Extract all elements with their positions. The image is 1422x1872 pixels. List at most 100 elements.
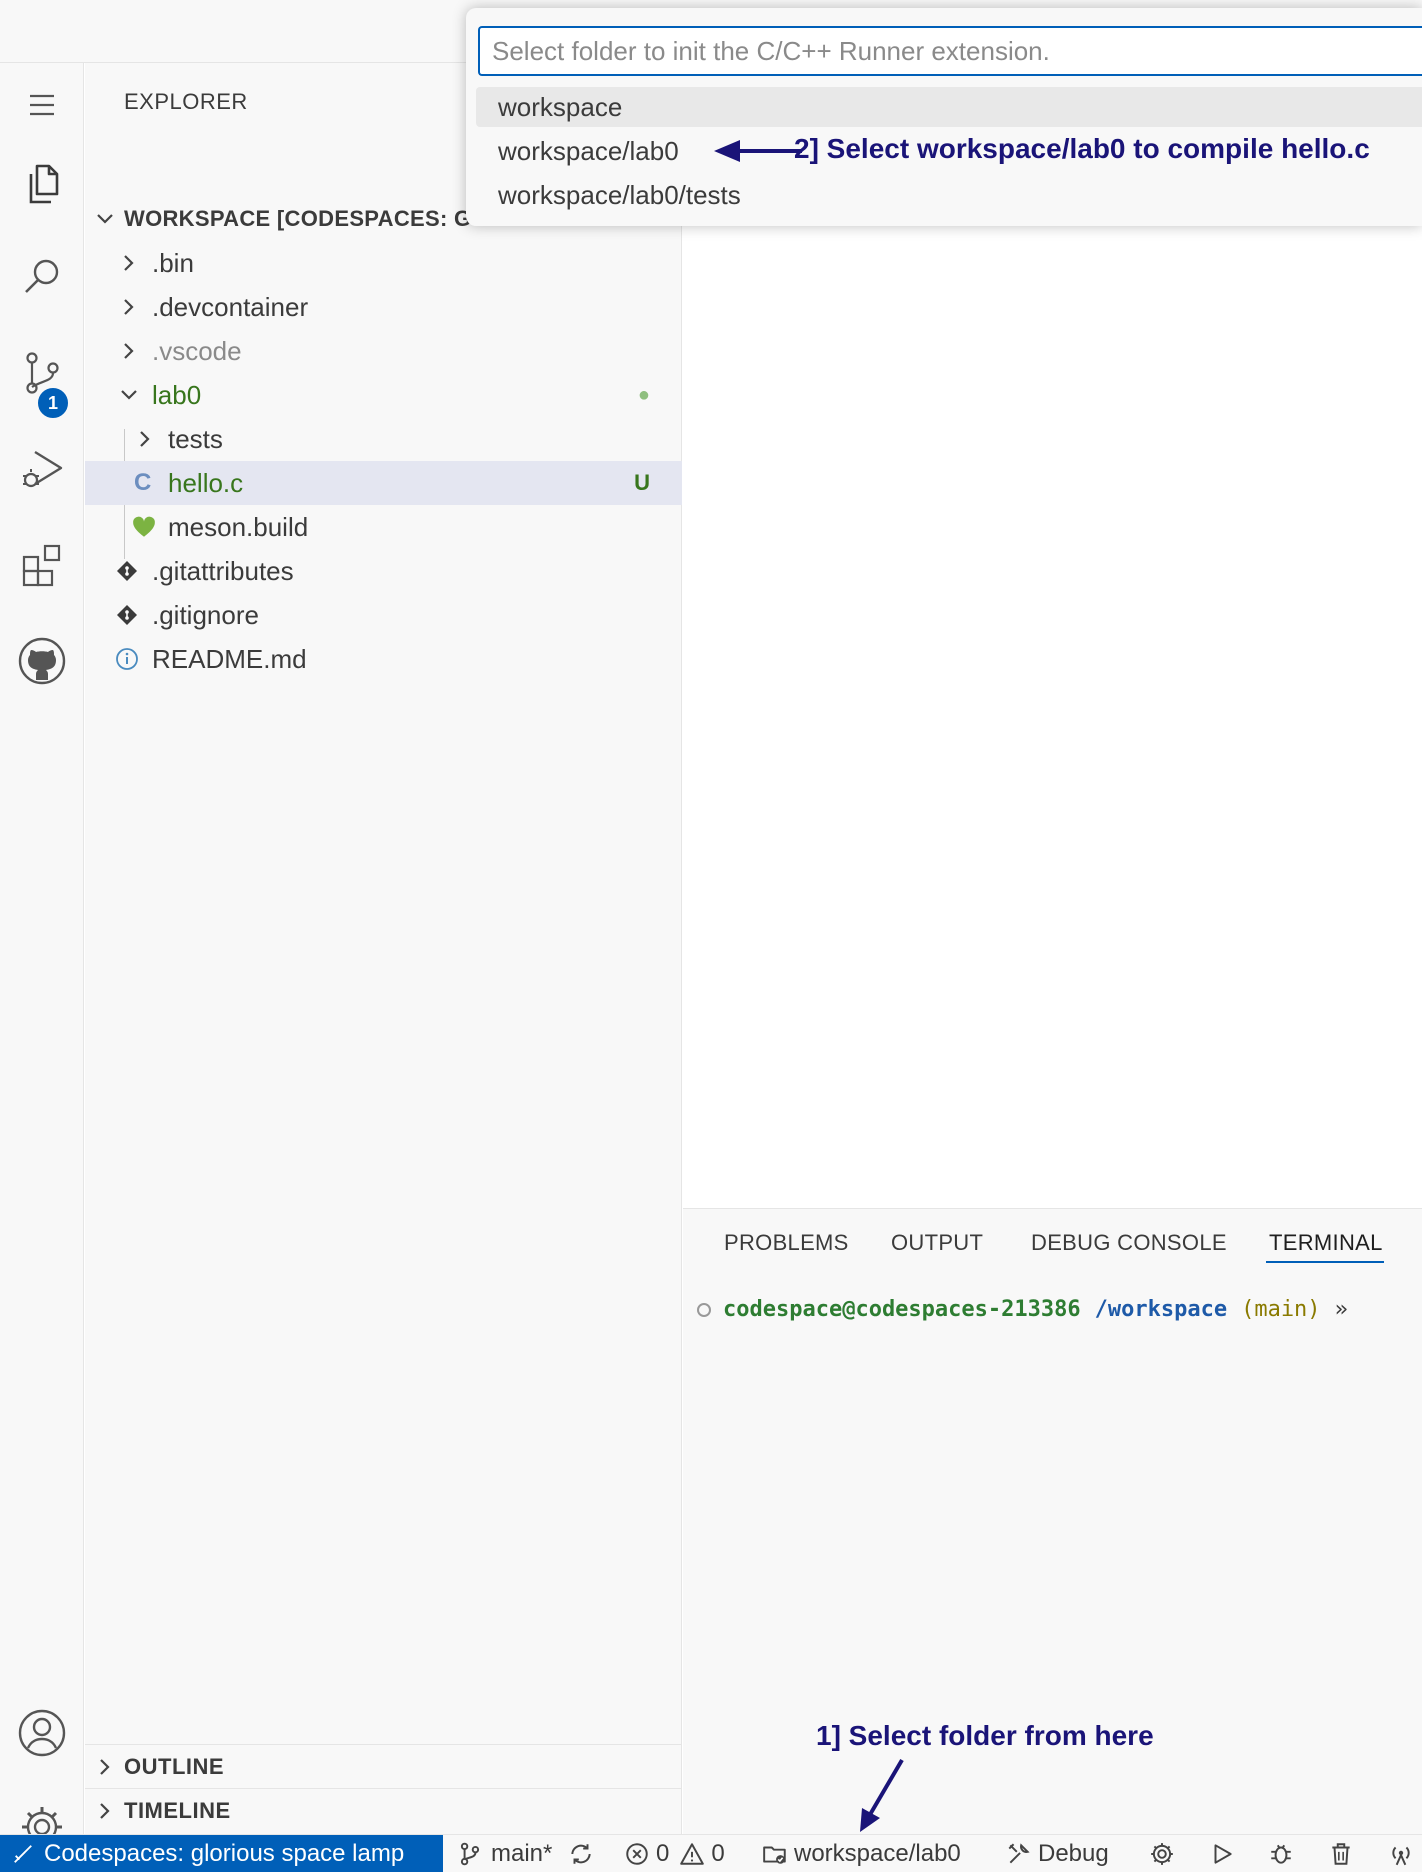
debug-label: Debug [1038,1840,1109,1867]
remote-icon [14,1845,32,1863]
terminal-user-host: codespace@codespaces-213386 [723,1297,1081,1322]
bug-icon [1271,1844,1291,1864]
gear-icon [1151,1843,1173,1865]
menu-icon[interactable] [0,63,84,147]
folder-check-icon [763,1846,786,1864]
tree-item-vscode[interactable]: .vscode [85,329,682,373]
extensions-icon[interactable] [0,523,84,607]
run-debug-icon[interactable] [0,427,84,511]
chevron-right-icon [124,343,134,359]
tree-item-readme[interactable]: README.md [85,637,682,681]
ports-button[interactable] [1388,1835,1414,1872]
tree-item-hello-c[interactable]: C hello.c U [85,461,682,505]
quick-pick-item[interactable]: workspace/lab0/tests [476,175,1422,215]
annotation-step2: 2] Select workspace/lab0 to compile hell… [794,133,1370,164]
error-count: 0 [656,1840,670,1867]
folder-label: workspace/lab0 [794,1840,961,1867]
chevron-right-icon [100,1802,110,1819]
problems-status[interactable]: 0 0 [624,1835,725,1872]
git-file-icon [117,605,137,625]
terminal-branch: (main) [1241,1297,1321,1322]
editor-area[interactable] [683,63,1422,1208]
terminal-prompt-line[interactable]: codespace@codespaces-213386 /workspace (… [697,1297,1348,1322]
tree-item-meson-build[interactable]: meson.build [85,505,682,549]
annotation-arrow-left-icon [714,140,802,162]
tree-item-label: .vscode [152,335,242,366]
chevron-right-icon [100,1758,110,1775]
trash-icon [1332,1843,1350,1865]
debug-mode-button[interactable]: Debug [1006,1835,1109,1872]
source-control-icon[interactable]: 1 [0,331,84,420]
run-button[interactable] [1209,1835,1235,1872]
git-file-icon [117,561,137,581]
github-icon[interactable] [0,619,84,703]
tree-item-label: README.md [152,643,307,674]
annotation-arrow-down-icon [860,1758,904,1832]
scm-badge: 1 [36,386,70,420]
tree-item-gitignore[interactable]: .gitignore [85,593,682,637]
explorer-title: EXPLORER [124,89,248,114]
tab-output[interactable]: OUTPUT [891,1230,983,1256]
tree-item-lab0[interactable]: lab0 ● [85,373,682,417]
meson-file-icon [133,516,155,537]
tree-item-label: lab0 [152,379,202,410]
tree-item-label: .gitattributes [152,555,294,586]
tools-icon [1008,1843,1030,1864]
sync-icon [571,1844,591,1864]
outline-label: OUTLINE [124,1753,225,1779]
search-icon[interactable] [0,235,84,319]
tree-item-label: .devcontainer [152,291,309,322]
info-icon [116,648,138,670]
files-icon[interactable] [0,141,84,225]
tree-item-tests[interactable]: tests [85,417,682,461]
tab-debug-console[interactable]: DEBUG CONSOLE [1031,1230,1227,1256]
git-branch-icon [460,1842,480,1866]
sync-button[interactable] [568,1835,594,1872]
broadcast-icon [1392,1846,1410,1866]
tree-item-label: .gitignore [152,599,259,630]
chevron-right-icon [124,255,134,271]
chevron-down-icon [97,214,113,224]
quick-pick-dialog: workspace workspace/lab0 workspace/lab0/… [466,8,1422,226]
timeline-section[interactable]: TIMELINE [85,1788,682,1832]
debug-run-button[interactable] [1268,1835,1294,1872]
remote-indicator[interactable]: Codespaces: glorious space lamp [0,1835,443,1872]
tab-problems[interactable]: PROBLEMS [724,1230,849,1256]
warning-icon [680,1843,705,1865]
folder-select-status[interactable]: workspace/lab0 [762,1835,961,1872]
clean-button[interactable] [1328,1835,1354,1872]
quick-pick-item[interactable]: workspace [476,87,1422,127]
active-tab-indicator [1266,1261,1384,1263]
activity-bar: 1 [0,63,84,1847]
remote-label: Codespaces: glorious space lamp [44,1840,405,1867]
runner-settings-button[interactable] [1149,1835,1175,1872]
tab-terminal[interactable]: TERMINAL [1269,1230,1383,1256]
timeline-label: TIMELINE [124,1797,231,1823]
c-file-icon: C [134,469,152,496]
tree-item-label: tests [168,423,223,454]
annotation-step1: 1] Select folder from here [816,1720,1154,1751]
tree-item-gitattributes[interactable]: .gitattributes [85,549,682,593]
branch-status[interactable]: main* [457,1835,552,1872]
chevron-right-icon [124,299,134,315]
tree-item-bin[interactable]: .bin [85,241,682,285]
account-icon[interactable] [0,1691,84,1775]
status-bar: Codespaces: glorious space lamp main* 0 … [0,1834,1422,1872]
terminal-prompt-symbol: » [1334,1297,1348,1322]
quick-pick-input[interactable] [478,26,1422,76]
chevron-down-icon [121,390,137,400]
workspace-label: WORKSPACE [CODESPACES: G [124,206,472,231]
explorer-sidebar: EXPLORER WORKSPACE [CODESPACES: G .bin .… [85,63,682,1834]
play-icon [1214,1844,1232,1864]
warning-count: 0 [711,1840,725,1867]
branch-label: main* [491,1840,553,1867]
tree-item-label: hello.c [168,467,244,498]
error-icon [626,1843,648,1865]
terminal-path: /workspace [1094,1297,1228,1322]
command-status-icon [697,1302,711,1317]
tree-item-devcontainer[interactable]: .devcontainer [85,285,682,329]
outline-section[interactable]: OUTLINE [85,1744,682,1788]
untracked-badge: U [634,470,650,495]
chevron-right-icon [140,431,150,447]
tree-item-label: meson.build [168,511,309,542]
